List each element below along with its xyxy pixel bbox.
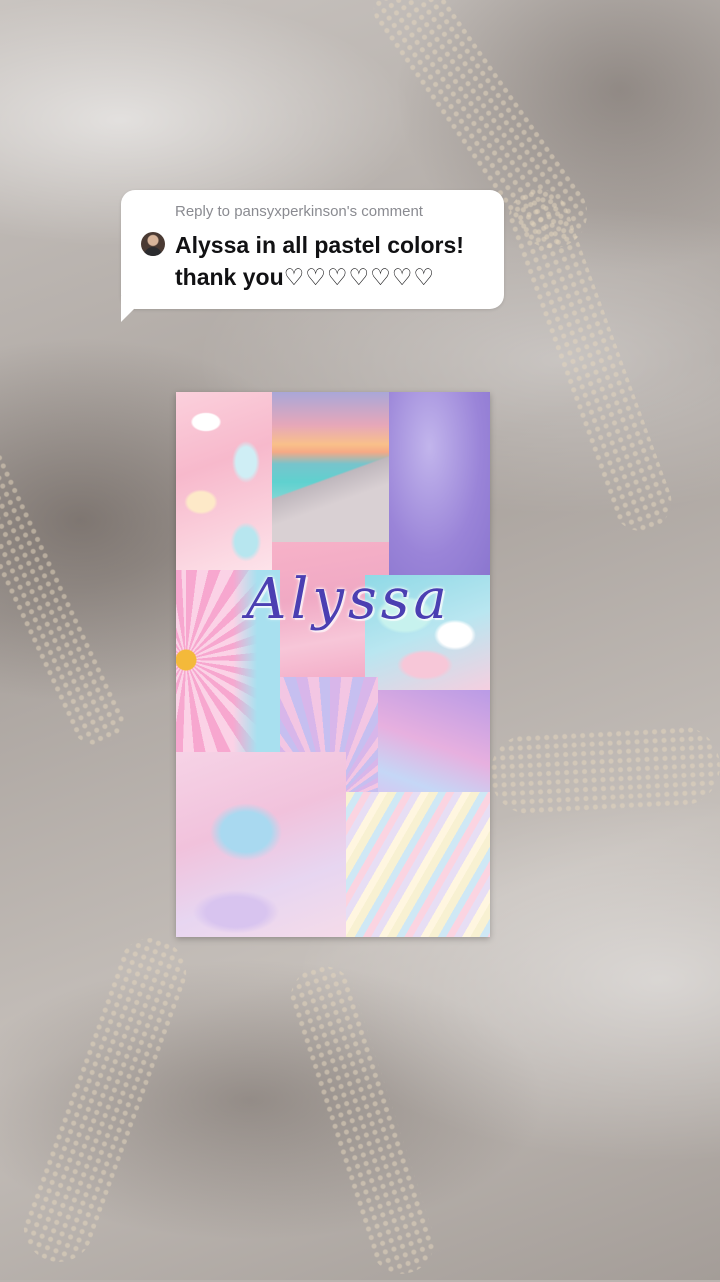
beach-sunset-tile (272, 392, 389, 542)
cotton-candy-sky-tile (378, 690, 490, 800)
sequin-stripe (282, 957, 443, 1282)
bubble-tail (121, 296, 147, 322)
sequin-stripe (488, 724, 720, 816)
collage-title-wrap: Alyssa (246, 567, 447, 657)
pastel-collage-image: Alyssa (176, 392, 490, 937)
reply-comment-bubble[interactable]: Reply to pansyxperkinson's comment Alyss… (121, 190, 504, 309)
comment-text-line-2: thank you♡♡♡♡♡♡♡ (175, 264, 435, 291)
sequin-stripe (0, 386, 133, 754)
sequin-stripe (13, 928, 197, 1272)
purple-glitter-tile (389, 392, 490, 575)
marshmallow-tile (176, 392, 272, 570)
sequin-stripe (500, 180, 680, 540)
hearts-text: ♡♡♡♡♡♡♡ (283, 264, 435, 290)
pastel-yarn-tile (346, 792, 490, 937)
comment-thank-you: thank you (175, 264, 284, 290)
collage-title: Alyssa (246, 567, 451, 632)
commenter-avatar-icon[interactable] (141, 232, 165, 256)
reply-label: Reply to pansyxperkinson's comment (175, 203, 423, 220)
pastel-paint-tile (176, 752, 346, 937)
comment-text-line-1: Alyssa in all pastel colors! (175, 232, 464, 258)
